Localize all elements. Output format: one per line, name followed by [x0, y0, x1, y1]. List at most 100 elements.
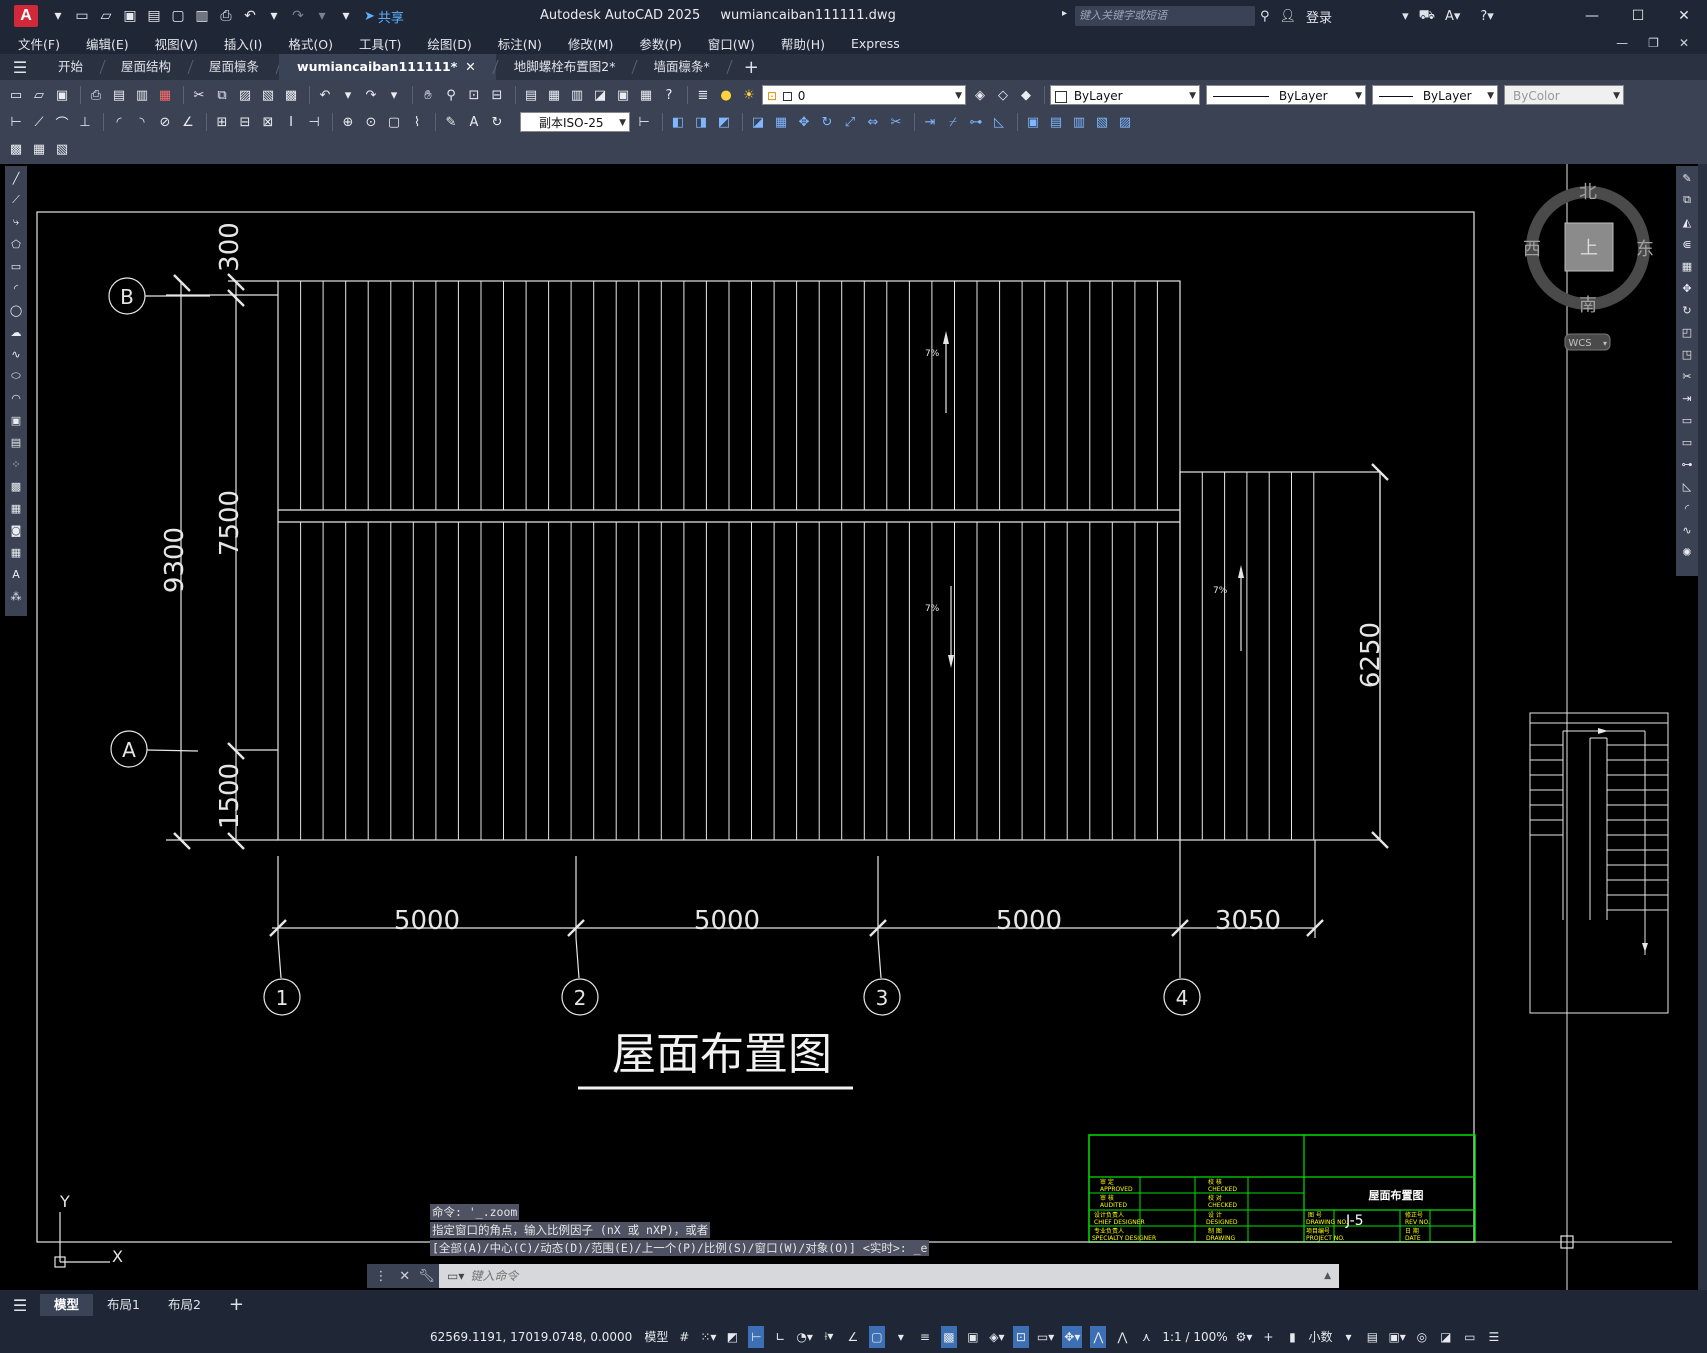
arc-icon[interactable]: ◜: [7, 278, 25, 298]
dim-update-icon[interactable]: ↻: [487, 112, 507, 132]
coordinates-readout[interactable]: 62569.1191, 17019.0748, 0.0000: [430, 1330, 632, 1344]
help-icon[interactable]: ?: [659, 85, 679, 105]
graphics-performance-icon[interactable]: ◪: [1438, 1326, 1454, 1348]
fillet-icon[interactable]: ◜: [1678, 498, 1696, 518]
center-mark-icon[interactable]: ⊙: [361, 112, 381, 132]
ellipse-arc-icon[interactable]: ◠: [7, 388, 25, 408]
close-tab-icon[interactable]: ✕: [465, 59, 475, 74]
transparency-icon[interactable]: ▩: [940, 1325, 957, 1348]
modify-extend-icon[interactable]: ⇥: [920, 112, 940, 132]
units-dropdown-icon[interactable]: ▾: [1340, 1326, 1356, 1348]
undo-icon[interactable]: ↶: [315, 85, 335, 105]
add-layout-icon[interactable]: +: [215, 1294, 258, 1316]
modify-offset-icon[interactable]: ◪: [748, 112, 768, 132]
dynamic-ucs-icon[interactable]: ⊡: [1012, 1325, 1029, 1348]
block-edit-icon[interactable]: ▩: [6, 139, 26, 159]
menu-view[interactable]: 视图(V): [155, 34, 198, 53]
chamfer-icon[interactable]: ◺: [1678, 476, 1696, 496]
annotation-scale-value[interactable]: 1:1 / 100%: [1162, 1326, 1227, 1348]
array-icon[interactable]: ▦: [1678, 256, 1696, 276]
table-icon[interactable]: ▦: [7, 542, 25, 562]
tab-roof-structure[interactable]: 屋面结构: [103, 54, 191, 80]
viewcube-east[interactable]: 东: [1636, 239, 1654, 260]
modify-mirror-icon[interactable]: ◩: [714, 112, 734, 132]
copy-icon[interactable]: ⧉: [1678, 190, 1696, 210]
qnew-icon[interactable]: ▭: [6, 85, 26, 105]
redo-icon[interactable]: ↷: [361, 85, 381, 105]
markup-icon[interactable]: ▣: [613, 85, 633, 105]
layer-properties-icon[interactable]: ≣: [693, 85, 713, 105]
block-attribute-icon[interactable]: ▦: [29, 139, 49, 159]
dropdown-icon[interactable]: ▾: [48, 6, 68, 26]
save-icon[interactable]: ▣: [120, 6, 140, 26]
publish-icon[interactable]: ▥: [192, 6, 212, 26]
zoom-previous-icon[interactable]: ⊟: [487, 85, 507, 105]
dim-linear-icon[interactable]: ⊢: [6, 112, 26, 132]
draworder-front-icon[interactable]: ▣: [1023, 112, 1043, 132]
command-history-toggle-icon[interactable]: ▲: [1324, 1271, 1339, 1281]
user-icon[interactable]: 👤︎: [1280, 9, 1297, 24]
zoom-window-icon[interactable]: ⊡: [464, 85, 484, 105]
hamburger-menu-icon[interactable]: ☰: [0, 58, 40, 77]
properties-icon[interactable]: ▤: [521, 85, 541, 105]
menu-parametric[interactable]: 参数(P): [639, 34, 681, 53]
plot-icon[interactable]: ⎙: [86, 85, 106, 105]
clean-screen-icon[interactable]: ▭: [1462, 1326, 1478, 1348]
layer-dropdown[interactable]: ⊡ 0 ▼: [762, 85, 966, 105]
print-icon[interactable]: ⎙: [216, 6, 236, 26]
blockedit-icon[interactable]: ▩: [281, 85, 301, 105]
undo-icon[interactable]: ↶: [240, 6, 260, 26]
units-icon[interactable]: ▮: [1284, 1326, 1300, 1348]
dim-angular-icon[interactable]: ∠: [178, 112, 198, 132]
dim-break-icon[interactable]: ⊣: [304, 112, 324, 132]
quick-properties-icon[interactable]: ▤: [1364, 1326, 1380, 1348]
layer-previous-icon[interactable]: ◇: [993, 85, 1013, 105]
break-icon[interactable]: ▭: [1678, 432, 1696, 452]
app-menu-button[interactable]: A: [14, 5, 38, 27]
copy-icon[interactable]: ⧉: [212, 85, 232, 105]
hamburger-menu-icon[interactable]: ☰: [0, 1296, 40, 1315]
modify-stretch-icon[interactable]: ⇔: [863, 112, 883, 132]
selection-cycling-icon[interactable]: ▣: [965, 1326, 981, 1348]
add-selected-icon[interactable]: ⁂: [7, 586, 25, 606]
object-snap-icon[interactable]: ▢: [868, 1325, 885, 1348]
isolate-objects-icon[interactable]: ◎: [1414, 1326, 1430, 1348]
tab-layout1[interactable]: 布局1: [93, 1294, 154, 1316]
tab-current-drawing[interactable]: wumiancaiban111111* ✕: [279, 54, 496, 80]
cut-icon[interactable]: ✂: [189, 85, 209, 105]
annotation-scale-icon[interactable]: ⋏: [1138, 1326, 1154, 1348]
modify-array-icon[interactable]: ▦: [771, 112, 791, 132]
mtext-icon[interactable]: A: [7, 564, 25, 584]
dim-edit-icon[interactable]: ✎: [441, 112, 461, 132]
dim-ordinate-icon[interactable]: ⊥: [75, 112, 95, 132]
pan-icon[interactable]: ✋︎: [418, 85, 438, 105]
gizmo-icon[interactable]: ✥▾: [1062, 1325, 1083, 1348]
dim-diameter-icon[interactable]: ⊘: [155, 112, 175, 132]
menu-modify[interactable]: 修改(M): [568, 34, 614, 53]
offset-icon[interactable]: ⋐: [1678, 234, 1696, 254]
region-icon[interactable]: ◙: [7, 520, 25, 540]
recent-commands-icon[interactable]: ▭▾: [439, 1269, 464, 1283]
dim-jogged-icon[interactable]: ◝: [132, 112, 152, 132]
auto-scale-icon[interactable]: ⋀: [1114, 1326, 1130, 1348]
tolerance-icon[interactable]: ⊕: [338, 112, 358, 132]
autodesk-account-icon[interactable]: A▾: [1445, 9, 1460, 24]
command-input[interactable]: [464, 1269, 1325, 1283]
menu-edit[interactable]: 编辑(E): [86, 34, 129, 53]
viewcube-north[interactable]: 北: [1579, 182, 1597, 203]
matchprop-icon[interactable]: ▧: [258, 85, 278, 105]
object-snap-tracking-icon[interactable]: ∠: [845, 1326, 861, 1348]
tab-roof-purlin[interactable]: 屋面檩条: [191, 54, 279, 80]
block-sync-icon[interactable]: ▧: [52, 139, 72, 159]
tab-start[interactable]: 开始: [40, 54, 103, 80]
help-icon[interactable]: ?▾: [1480, 9, 1493, 24]
tab-layout2[interactable]: 布局2: [154, 1294, 215, 1316]
dynamic-input-icon[interactable]: ⊢: [748, 1325, 765, 1348]
lock-ui-icon[interactable]: ▣▾: [1388, 1326, 1405, 1348]
paste-icon[interactable]: ▨: [235, 85, 255, 105]
minimize-icon[interactable]: —: [1569, 0, 1615, 32]
modify-move-icon[interactable]: ✥: [794, 112, 814, 132]
layer-states-icon[interactable]: ◆: [1016, 85, 1036, 105]
snap-icon[interactable]: ⁙▾: [700, 1326, 716, 1348]
close-icon[interactable]: ✕: [399, 1269, 410, 1284]
